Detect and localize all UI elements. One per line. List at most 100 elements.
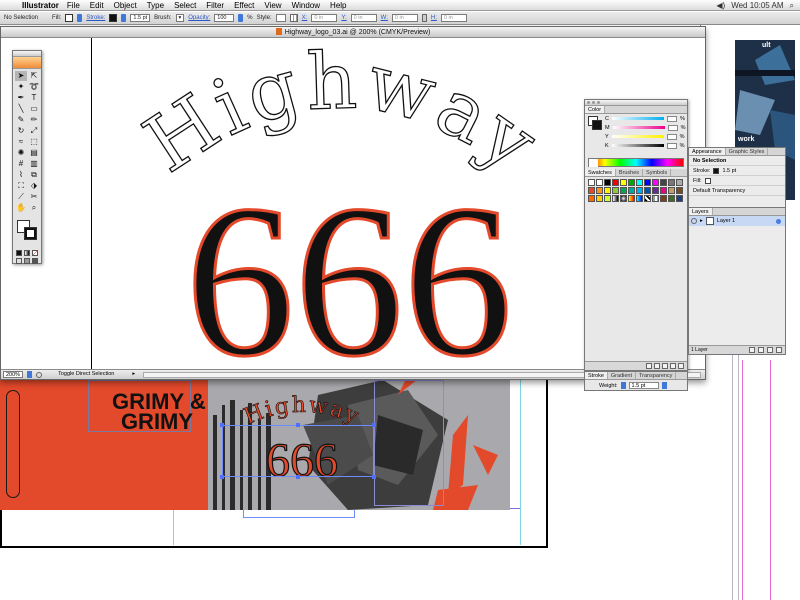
swatch[interactable] — [612, 187, 619, 194]
free-transform-tool-icon[interactable]: ⬚ — [28, 137, 40, 147]
live-paint-selection-tool-icon[interactable]: ⬗ — [28, 181, 40, 191]
style-dropdown[interactable] — [275, 14, 286, 22]
tab-graphic-styles[interactable]: Graphic Styles — [726, 148, 769, 155]
w-label[interactable]: W: — [381, 15, 388, 21]
lasso-tool-icon[interactable]: ➰ — [28, 82, 40, 92]
swatch[interactable] — [588, 179, 595, 186]
menu-view[interactable]: View — [264, 0, 281, 11]
zoom-dropdown[interactable] — [27, 371, 33, 378]
weight-dropdown[interactable] — [661, 382, 667, 389]
swatch[interactable] — [668, 187, 675, 194]
show-kinds-icon[interactable] — [654, 363, 660, 369]
live-paint-tool-icon[interactable]: ⛶ — [15, 181, 27, 191]
mesh-tool-icon[interactable]: # — [15, 159, 27, 169]
tab-brushes[interactable]: Brushes — [616, 169, 644, 176]
color-mode-icon[interactable] — [16, 250, 22, 256]
swatch[interactable] — [660, 179, 667, 186]
appearance-transparency-row[interactable]: Default Transparency — [689, 186, 785, 196]
rectangle-tool-icon[interactable]: ▭ — [28, 104, 40, 114]
reference-point-icon[interactable] — [289, 14, 298, 22]
type-tool-icon[interactable]: T — [28, 93, 40, 103]
selection-handle[interactable] — [372, 475, 376, 479]
none-mode-icon[interactable] — [32, 250, 38, 256]
selection-handle[interactable] — [296, 423, 300, 427]
tab-transparency[interactable]: Transparency — [636, 372, 677, 379]
warp-tool-icon[interactable]: ≈ — [15, 137, 27, 147]
swatch[interactable] — [644, 179, 651, 186]
new-swatch-icon[interactable] — [670, 363, 676, 369]
delete-layer-icon[interactable] — [776, 347, 782, 353]
swatch[interactable] — [676, 187, 683, 194]
none-swatch-icon[interactable] — [589, 159, 598, 167]
swatch-library-icon[interactable] — [646, 363, 652, 369]
magic-wand-tool-icon[interactable]: ✦ — [15, 82, 27, 92]
opacity-field[interactable]: 100 — [214, 14, 235, 22]
scissors-tool-icon[interactable]: ✂ — [28, 192, 40, 202]
zoom-tool-icon[interactable]: ⌕ — [28, 203, 40, 213]
swatch[interactable] — [676, 195, 683, 202]
slice-tool-icon[interactable]: ⟋ — [15, 192, 27, 202]
swatch[interactable] — [604, 187, 611, 194]
blend-tool-icon[interactable]: ⧉ — [28, 170, 40, 180]
opacity-label[interactable]: Opacity: — [188, 15, 210, 21]
opacity-dropdown[interactable] — [238, 14, 244, 22]
delete-swatch-icon[interactable] — [678, 363, 684, 369]
tab-color[interactable]: Color — [585, 106, 606, 113]
swatch[interactable] — [620, 179, 627, 186]
swatch[interactable] — [612, 179, 619, 186]
logo-number[interactable]: 666 — [184, 160, 514, 371]
pencil-tool-icon[interactable]: ✏ — [28, 115, 40, 125]
gradient-tool-icon[interactable]: ▥ — [28, 159, 40, 169]
swatch[interactable] — [652, 195, 659, 202]
stroke-label[interactable]: Stroke: — [86, 15, 105, 21]
line-tool-icon[interactable]: ╲ — [15, 104, 27, 114]
swatch[interactable] — [596, 187, 603, 194]
swatch[interactable] — [620, 195, 627, 202]
tab-appearance[interactable]: Appearance — [689, 148, 726, 155]
swatch[interactable] — [668, 195, 675, 202]
status-text[interactable]: Toggle Direct Selection — [58, 370, 114, 379]
make-clipping-mask-icon[interactable] — [749, 347, 755, 353]
new-layer-icon[interactable] — [767, 347, 773, 353]
y-field[interactable]: 0 in — [350, 14, 377, 22]
layer-row[interactable]: ▸ Layer 1 — [689, 216, 785, 226]
pen-tool-icon[interactable]: ✒ — [15, 93, 27, 103]
appearance-stroke-row[interactable]: Stroke: 1.5 pt — [689, 166, 785, 176]
x-field[interactable]: 0 in — [311, 14, 338, 22]
menu-type[interactable]: Type — [147, 0, 164, 11]
standard-screen-mode-icon[interactable] — [16, 258, 22, 264]
h-label[interactable]: H: — [431, 15, 437, 21]
swatch[interactable] — [628, 179, 635, 186]
full-screen-menu-mode-icon[interactable] — [24, 258, 30, 264]
selection-box[interactable] — [222, 425, 374, 477]
rotate-tool-icon[interactable]: ↻ — [15, 126, 27, 136]
fill-swatch[interactable] — [65, 14, 74, 22]
black-slider[interactable]: K % — [585, 141, 687, 150]
swatch[interactable] — [628, 195, 635, 202]
weight-stepper[interactable] — [620, 382, 626, 389]
menu-object[interactable]: Object — [114, 0, 137, 11]
tab-stroke[interactable]: Stroke — [585, 372, 608, 379]
weight-field[interactable]: 1.5 pt — [628, 382, 659, 389]
swatch[interactable] — [620, 187, 627, 194]
swatch[interactable] — [588, 195, 595, 202]
color-stroke-swatch[interactable] — [592, 120, 602, 130]
layer-target-icon[interactable] — [776, 218, 781, 224]
yellow-slider[interactable]: Y % — [585, 132, 687, 141]
swatch[interactable] — [660, 187, 667, 194]
swatch[interactable] — [596, 179, 603, 186]
stroke-weight-field[interactable]: 1.5 pt — [130, 14, 151, 22]
expand-triangle-icon[interactable]: ▸ — [700, 218, 703, 224]
stroke-dropdown[interactable] — [121, 14, 127, 22]
swatch[interactable] — [660, 195, 667, 202]
selection-handle[interactable] — [372, 423, 376, 427]
spotlight-icon[interactable]: ⌕ — [790, 0, 794, 11]
swatch[interactable] — [636, 179, 643, 186]
fill-stroke-control[interactable] — [15, 218, 39, 246]
brush-dropdown[interactable]: ▾ — [175, 14, 185, 22]
volume-icon[interactable]: ◀) — [716, 0, 725, 11]
swatch[interactable] — [676, 179, 683, 186]
status-arrow-icon[interactable]: ▸ — [132, 370, 135, 379]
swatch[interactable] — [636, 195, 643, 202]
swatch[interactable] — [604, 179, 611, 186]
